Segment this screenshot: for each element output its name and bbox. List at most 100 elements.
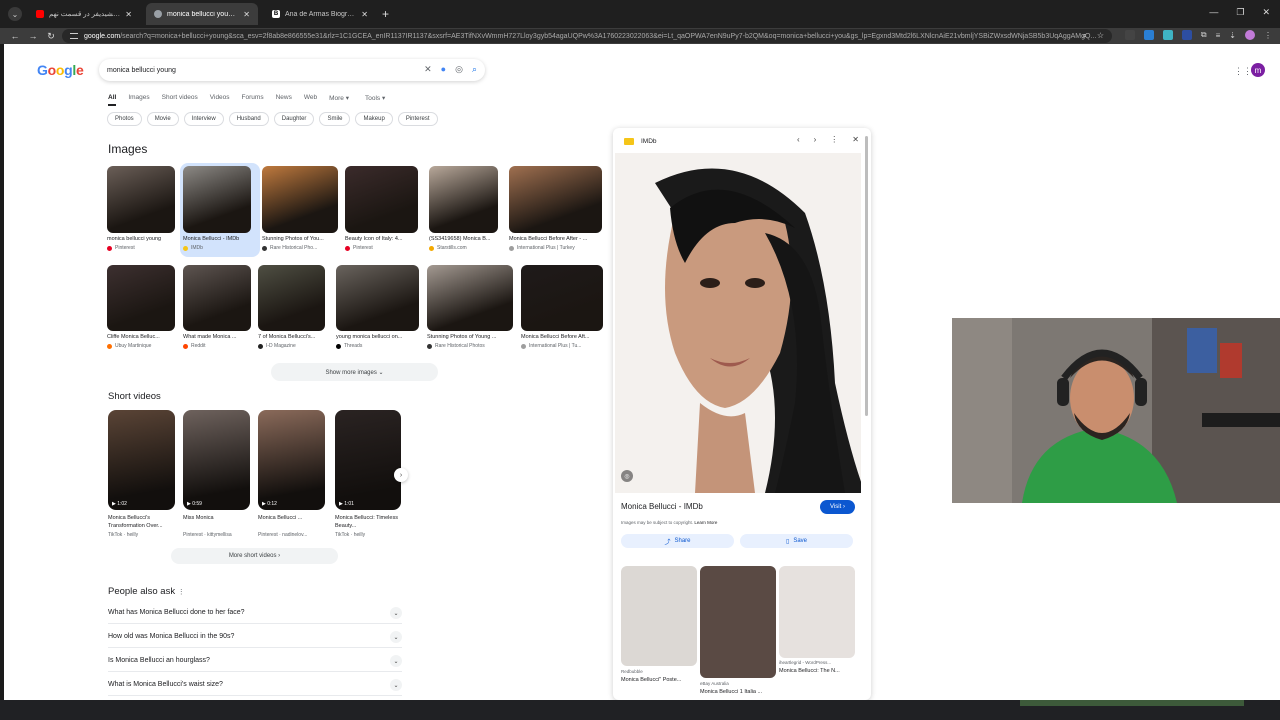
related-image[interactable] bbox=[779, 566, 855, 658]
next-arrow-icon[interactable]: › bbox=[394, 468, 408, 482]
image-result-thumbnail[interactable] bbox=[107, 166, 175, 233]
short-video-thumbnail[interactable]: ▶ 1:02 bbox=[108, 410, 175, 510]
clear-icon[interactable]: ✕ bbox=[424, 64, 432, 75]
tab-more[interactable]: More ▾ bbox=[329, 94, 349, 106]
close-tab-icon[interactable]: ✕ bbox=[125, 10, 132, 19]
chevron-down-icon[interactable]: ⌄ bbox=[390, 607, 402, 619]
zoom-icon[interactable]: ⌕ bbox=[1082, 31, 1086, 41]
preview-image[interactable] bbox=[615, 153, 861, 493]
paa-question[interactable]: Is Monica Bellucci an hourglass? ⌄ bbox=[108, 650, 402, 672]
related-caption[interactable]: Monica Bellucci" Poste... bbox=[621, 677, 697, 683]
image-result-thumbnail[interactable] bbox=[258, 265, 325, 331]
chevron-down-icon[interactable]: ⌄ bbox=[390, 679, 402, 691]
image-result-caption[interactable]: What made Monica ... bbox=[183, 334, 251, 340]
site-info-icon[interactable] bbox=[70, 33, 78, 39]
image-result-thumbnail[interactable] bbox=[509, 166, 602, 233]
minimize-icon[interactable]: — bbox=[1209, 7, 1218, 18]
more-options-icon[interactable]: ⋮ bbox=[830, 135, 838, 144]
show-more-images-button[interactable]: Show more images ⌄ bbox=[271, 363, 438, 381]
preview-site[interactable]: IMDb bbox=[641, 138, 657, 145]
short-video-thumbnail[interactable]: ▶ 1:01 bbox=[335, 410, 401, 510]
image-result-caption[interactable]: Monica Bellucci Before Aft... bbox=[521, 334, 603, 340]
forward-icon[interactable]: → bbox=[24, 31, 42, 41]
short-video-title[interactable]: Monica Bellucci's Transformation Over... bbox=[108, 514, 178, 530]
panel-scrollbar[interactable] bbox=[865, 136, 868, 416]
paa-question[interactable]: How old was Monica Bellucci in the 90s? ⌄ bbox=[108, 626, 402, 648]
chip[interactable]: Interview bbox=[183, 112, 224, 126]
search-box[interactable]: monica bellucci young ✕ ● ◎ ⌕ bbox=[99, 59, 485, 81]
image-result-thumbnail[interactable] bbox=[107, 265, 175, 331]
puzzle-icon[interactable]: ⧉ bbox=[1201, 30, 1207, 40]
browser-tab[interactable]: عباس جمشیدیفر در قسمت نهم ✕ bbox=[28, 3, 140, 25]
image-result-caption[interactable]: monica bellucci young bbox=[107, 236, 175, 242]
chip[interactable]: Pinterest bbox=[397, 112, 438, 126]
mic-icon[interactable]: ● bbox=[441, 64, 446, 75]
tab-forums[interactable]: Forums bbox=[242, 94, 264, 106]
learn-more-link[interactable]: Learn More bbox=[694, 520, 717, 525]
chip[interactable]: Makeup bbox=[355, 112, 393, 126]
tab-tools[interactable]: Tools ▾ bbox=[365, 94, 385, 106]
chip[interactable]: Daughter bbox=[273, 112, 315, 126]
image-result-caption[interactable]: Monica Bellucci - IMDb bbox=[183, 236, 251, 242]
profile-icon[interactable] bbox=[1245, 30, 1255, 40]
menu-icon[interactable]: ⋮ bbox=[1264, 31, 1272, 40]
avatar[interactable]: m bbox=[1251, 63, 1265, 77]
tab-videos[interactable]: Videos bbox=[210, 94, 230, 106]
extension-icon[interactable] bbox=[1181, 30, 1192, 40]
lens-search-icon[interactable]: ◎ bbox=[621, 470, 633, 482]
close-tab-icon[interactable]: ✕ bbox=[361, 10, 368, 19]
related-image[interactable] bbox=[700, 566, 776, 678]
image-result-thumbnail[interactable] bbox=[427, 265, 513, 331]
save-button[interactable]: ▯ Save bbox=[740, 534, 853, 548]
short-video-thumbnail[interactable]: ▶ 0:12 bbox=[258, 410, 325, 510]
chip[interactable]: Photos bbox=[107, 112, 142, 126]
tab-web[interactable]: Web bbox=[304, 94, 317, 106]
image-result-thumbnail[interactable] bbox=[183, 265, 251, 331]
preview-title[interactable]: Monica Bellucci - IMDb bbox=[621, 502, 703, 511]
close-window-icon[interactable]: ✕ bbox=[1262, 7, 1270, 18]
image-result-caption[interactable]: 7 of Monica Bellucci's... bbox=[258, 334, 325, 340]
google-logo[interactable]: Google bbox=[37, 62, 84, 78]
image-result-thumbnail[interactable] bbox=[429, 166, 498, 233]
tab-images[interactable]: Images bbox=[128, 94, 149, 106]
image-result-thumbnail[interactable] bbox=[345, 166, 418, 233]
bookmark-star-icon[interactable]: ☆ bbox=[1097, 31, 1104, 41]
extension-icon[interactable] bbox=[1162, 30, 1173, 40]
tab-short-videos[interactable]: Short videos bbox=[162, 94, 198, 106]
new-tab-button[interactable]: + bbox=[382, 7, 389, 21]
address-bar[interactable]: google.com/search?q=monica+bellucci+youn… bbox=[62, 29, 1112, 43]
chevron-down-icon[interactable]: ⌄ bbox=[390, 631, 402, 643]
image-result-caption[interactable]: (SS3419658) Monica B... bbox=[429, 236, 498, 242]
related-caption[interactable]: Monica Bellucci: The N... bbox=[779, 668, 855, 674]
restore-icon[interactable]: ❐ bbox=[1236, 7, 1244, 18]
share-button[interactable]: ⤴ Share bbox=[621, 534, 734, 548]
short-video-title[interactable]: Monica Bellucci: Timeless Beauty... bbox=[335, 514, 405, 530]
image-result-caption[interactable]: Beauty Icon of Italy: 4... bbox=[345, 236, 418, 242]
short-video-title[interactable]: Monica Bellucci ... bbox=[258, 514, 328, 522]
chip[interactable]: Movie bbox=[146, 112, 179, 126]
previous-icon[interactable]: ‹ bbox=[797, 135, 800, 144]
visit-button[interactable]: Visit › bbox=[820, 500, 855, 514]
chip[interactable]: Husband bbox=[228, 112, 269, 126]
extension-icon[interactable] bbox=[1124, 30, 1135, 40]
more-short-videos-button[interactable]: More short videos › bbox=[171, 548, 338, 564]
image-result-caption[interactable]: Cliffe Monica Belluc... bbox=[107, 334, 175, 340]
download-icon[interactable]: ⇣ bbox=[1229, 31, 1236, 40]
media-icon[interactable]: ≡ bbox=[1216, 31, 1221, 40]
search-icon[interactable]: ⌕ bbox=[472, 64, 477, 75]
chevron-down-icon[interactable]: ⌄ bbox=[390, 655, 402, 667]
tab-news[interactable]: News bbox=[276, 94, 292, 106]
search-query[interactable]: monica bellucci young bbox=[107, 67, 176, 74]
image-result-thumbnail[interactable] bbox=[336, 265, 419, 331]
paa-question[interactable]: What has Monica Bellucci done to her fac… bbox=[108, 602, 402, 624]
short-video-title[interactable]: Miss Monica bbox=[183, 514, 253, 522]
tab-all[interactable]: All bbox=[108, 94, 117, 106]
close-tab-icon[interactable]: ✕ bbox=[243, 10, 250, 19]
browser-tab-active[interactable]: monica bellucci young - Googl ✕ bbox=[146, 3, 258, 25]
browser-tab[interactable]: B Ana de Armas Biography, Actre ✕ bbox=[264, 3, 376, 25]
paa-question[interactable]: What is Monica Bellucci's waist size? ⌄ bbox=[108, 674, 402, 696]
tab-search-icon[interactable]: ⌄ bbox=[8, 7, 22, 21]
short-video-thumbnail[interactable]: ▶ 0:59 bbox=[183, 410, 250, 510]
close-icon[interactable]: ✕ bbox=[852, 135, 859, 144]
image-result-thumbnail[interactable] bbox=[262, 166, 338, 233]
